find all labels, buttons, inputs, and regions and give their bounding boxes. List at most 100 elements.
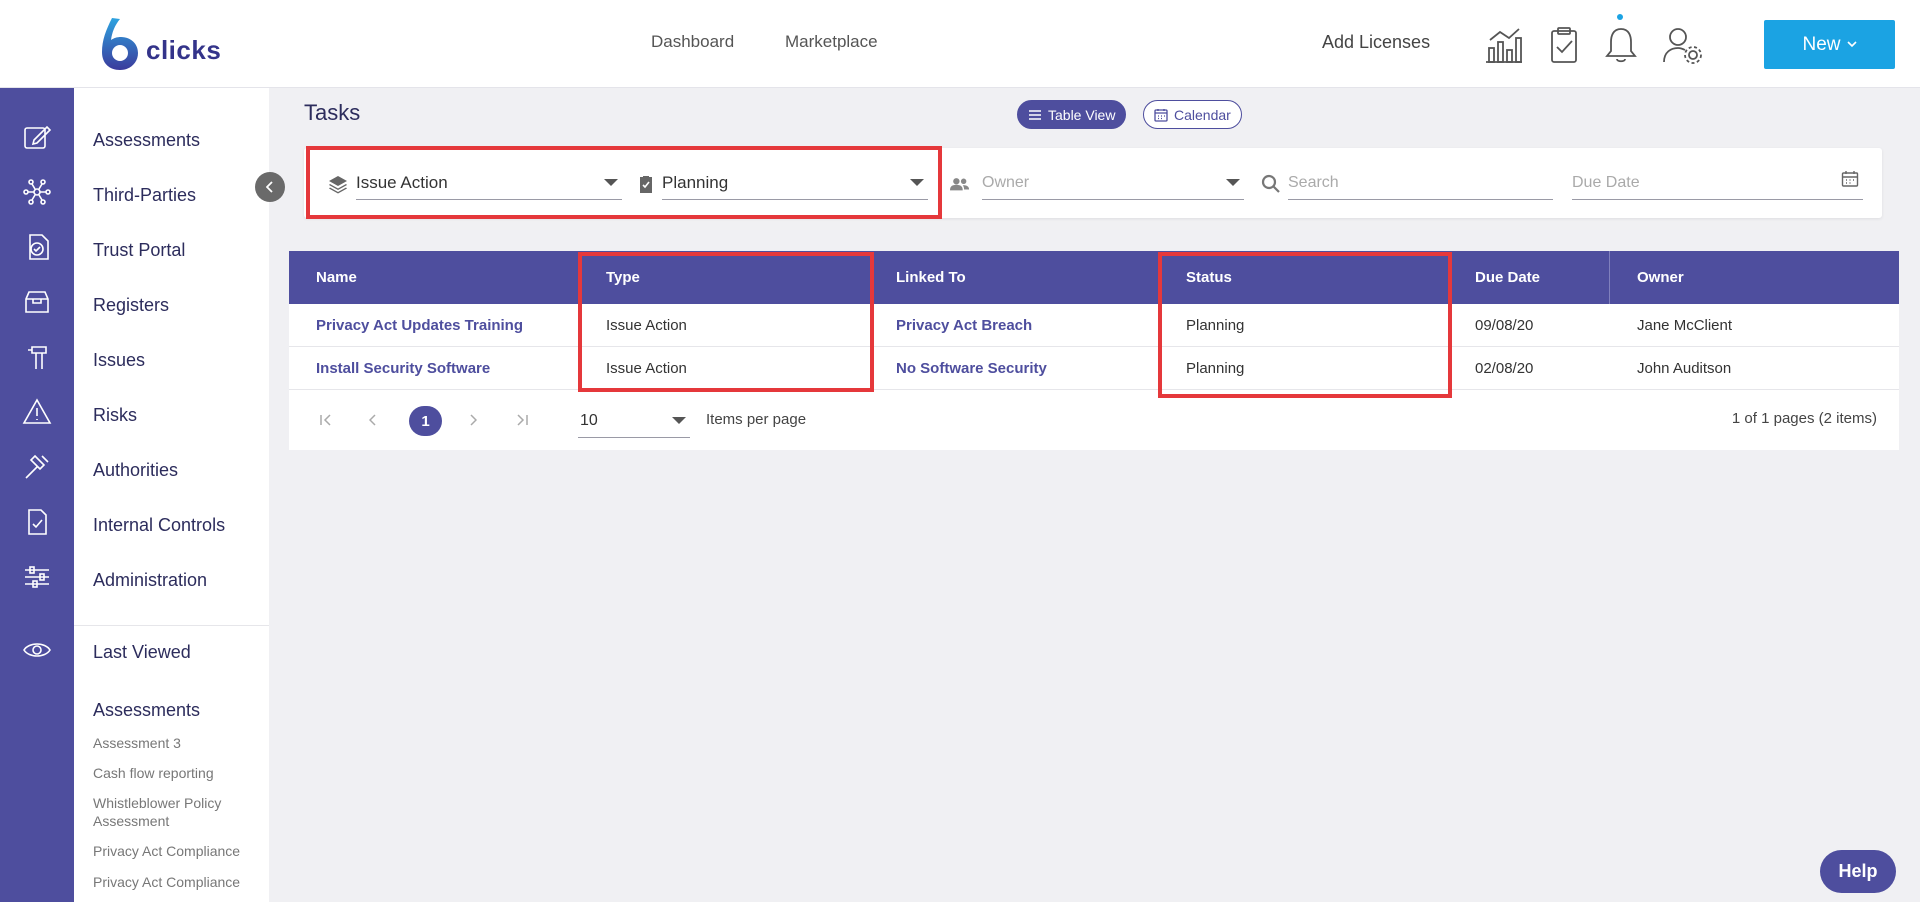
items-per-page-select[interactable]: 10 <box>578 404 690 438</box>
table-row[interactable]: Privacy Act Updates Training Issue Actio… <box>289 304 1899 347</box>
task-type: Issue Action <box>606 317 687 334</box>
tasks-table: Name Type Linked To Status Due Date Owne… <box>289 251 1899 450</box>
nav-dashboard[interactable]: Dashboard <box>651 32 734 52</box>
owner-filter-select[interactable]: Owner <box>982 166 1244 200</box>
logo-text: clicks <box>146 35 222 65</box>
linked-to-link[interactable]: Privacy Act Breach <box>896 304 1032 347</box>
sidebar-item-internal-controls[interactable]: Internal Controls <box>93 515 225 536</box>
collapse-sidebar-button[interactable] <box>255 172 285 202</box>
col-header-type[interactable]: Type <box>606 251 640 304</box>
first-page-icon[interactable] <box>319 414 333 426</box>
recent-item[interactable]: Cash flow reporting <box>93 764 263 782</box>
issues-icon[interactable] <box>22 342 52 372</box>
help-button[interactable]: Help <box>1820 850 1896 893</box>
administration-sliders-icon[interactable] <box>22 562 52 592</box>
top-bar: clicks Dashboard Marketplace Add License… <box>0 0 1920 88</box>
task-type: Issue Action <box>606 360 687 377</box>
task-name-link[interactable]: Install Security Software <box>316 347 490 390</box>
sidebar-item-authorities[interactable]: Authorities <box>93 460 178 481</box>
items-per-page-label: Items per page <box>706 411 807 428</box>
recent-item[interactable]: Privacy Act Compliance <box>93 842 263 860</box>
tasks-clipboard-icon[interactable] <box>1543 24 1585 66</box>
trust-portal-icon[interactable] <box>22 232 52 262</box>
table-view-button[interactable]: Table View <box>1017 100 1127 129</box>
page-title: Tasks <box>304 100 361 125</box>
col-header-name[interactable]: Name <box>316 251 357 304</box>
users-icon <box>950 178 970 191</box>
calendar-view-button[interactable]: Calendar <box>1143 100 1242 129</box>
internal-controls-icon[interactable] <box>22 507 52 537</box>
page-info: 1 of 1 pages (2 items) <box>1731 410 1877 427</box>
new-button-label: New <box>1802 33 1841 55</box>
table-view-label: Table View <box>1048 106 1116 123</box>
sidebar-item-last-viewed[interactable]: Last Viewed <box>93 642 191 663</box>
caret-down-icon <box>910 179 924 186</box>
filter-bar: Issue Action Planning Owner Search Due D… <box>304 148 1882 218</box>
sidebar-item-registers[interactable]: Registers <box>93 295 169 316</box>
third-parties-network-icon[interactable] <box>22 177 52 207</box>
caret-down-icon <box>672 417 686 424</box>
task-name-link[interactable]: Privacy Act Updates Training <box>316 304 523 347</box>
calendar-icon <box>1154 108 1168 122</box>
logo-mark-icon <box>102 18 138 70</box>
calendar-view-label: Calendar <box>1174 106 1231 123</box>
prev-page-icon[interactable] <box>369 414 377 426</box>
list-icon <box>1029 109 1041 120</box>
type-filter-select[interactable]: Issue Action <box>356 166 622 200</box>
col-header-owner[interactable]: Owner <box>1637 251 1684 304</box>
nav-marketplace[interactable]: Marketplace <box>785 32 878 52</box>
side-menu: Assessments Third-Parties Trust Portal R… <box>74 88 269 902</box>
user-settings-icon[interactable] <box>1661 24 1703 66</box>
caret-down-icon <box>1226 179 1240 186</box>
task-status: Planning <box>1186 360 1245 377</box>
calendar-icon[interactable] <box>1841 170 1859 188</box>
col-header-due[interactable]: Due Date <box>1475 251 1540 304</box>
sidebar-item-issues[interactable]: Issues <box>93 350 145 371</box>
task-due-date: 09/08/20 <box>1475 317 1534 334</box>
authorities-gavel-icon[interactable] <box>22 452 52 482</box>
task-status: Planning <box>1186 317 1245 334</box>
last-page-icon[interactable] <box>515 414 529 426</box>
due-date-placeholder: Due Date <box>1572 173 1640 191</box>
status-filter-value: Planning <box>662 172 729 192</box>
task-owner: John Auditson <box>1637 360 1732 377</box>
sidebar-item-third-parties[interactable]: Third-Parties <box>93 185 196 206</box>
recent-item[interactable]: Assessment 3 <box>93 734 263 752</box>
task-due-date: 02/08/20 <box>1475 360 1534 377</box>
status-filter-select[interactable]: Planning <box>662 166 928 200</box>
sidebar-item-trust-portal[interactable]: Trust Portal <box>93 240 185 261</box>
risks-warning-icon[interactable] <box>22 397 52 427</box>
logo[interactable]: clicks <box>98 16 221 72</box>
sidebar-item-risks[interactable]: Risks <box>93 405 137 426</box>
table-row[interactable]: Install Security Software Issue Action N… <box>289 347 1899 390</box>
col-header-linked[interactable]: Linked To <box>896 251 966 304</box>
add-licenses-link[interactable]: Add Licenses <box>1322 32 1430 53</box>
sidebar-item-administration[interactable]: Administration <box>93 570 207 591</box>
linked-to-link[interactable]: No Software Security <box>896 347 1047 390</box>
col-header-status[interactable]: Status <box>1186 251 1232 304</box>
next-page-icon[interactable] <box>469 414 477 426</box>
chevron-down-icon <box>1846 41 1857 48</box>
assessments-edit-icon[interactable] <box>22 122 52 152</box>
search-input[interactable]: Search <box>1288 166 1553 200</box>
due-date-input[interactable]: Due Date <box>1572 166 1863 200</box>
caret-down-icon <box>604 179 618 186</box>
sidebar-divider <box>74 625 269 626</box>
notification-bell-icon[interactable] <box>1600 24 1642 66</box>
search-icon <box>1261 174 1280 193</box>
new-button[interactable]: New <box>1764 20 1895 69</box>
recent-section-title: Assessments <box>93 700 201 720</box>
chevron-left-icon <box>266 181 273 193</box>
analytics-chart-icon[interactable] <box>1482 24 1524 66</box>
sidebar-item-assessments[interactable]: Assessments <box>93 130 200 151</box>
last-viewed-eye-icon[interactable] <box>22 635 52 665</box>
registers-box-icon[interactable] <box>22 287 52 317</box>
search-placeholder: Search <box>1288 173 1339 191</box>
recent-item[interactable]: Privacy Act Compliance <box>93 873 263 891</box>
notification-dot <box>1617 14 1623 20</box>
task-owner: Jane McClient <box>1637 317 1733 334</box>
icon-rail <box>0 88 74 902</box>
recent-item[interactable]: Whistleblower Policy Assessment <box>93 794 263 830</box>
layers-icon <box>329 176 347 194</box>
page-number-current[interactable]: 1 <box>409 406 442 436</box>
